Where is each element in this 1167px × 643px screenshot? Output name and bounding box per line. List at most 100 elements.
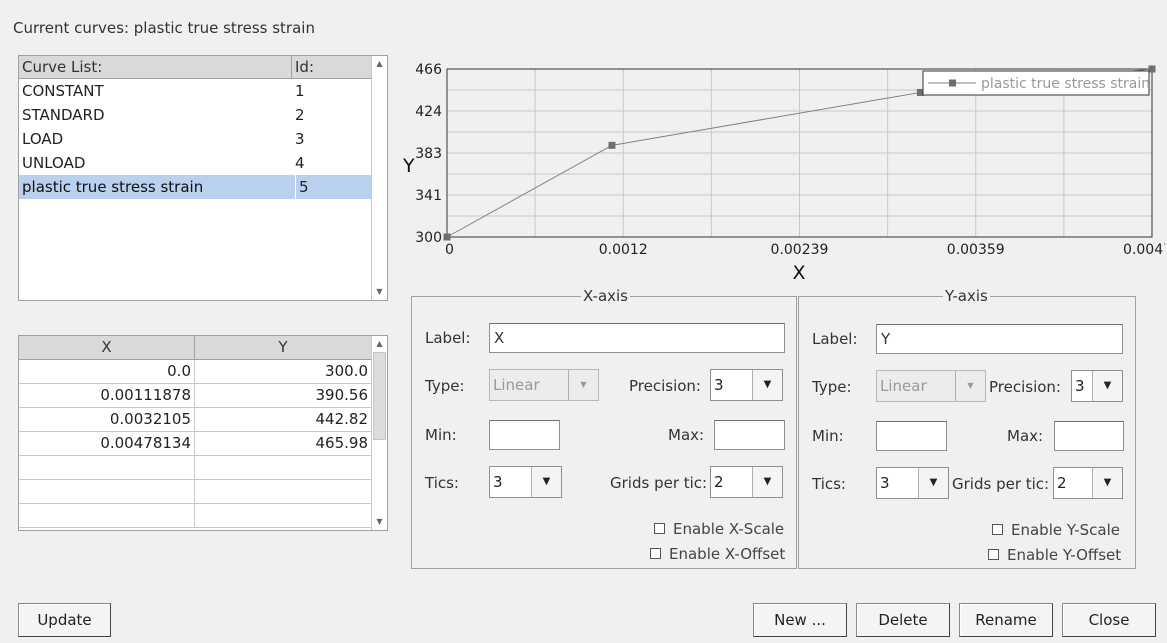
curve-list-scrollbar[interactable]: ▲ ▼ [371,56,387,300]
x-precision-select[interactable]: 3 ▼ [710,369,783,401]
curve-list-row-selected[interactable]: plastic true stress strain 5 [19,175,372,199]
curve-id: 4 [295,154,305,172]
chevron-down-icon[interactable]: ▼ [531,467,561,497]
enable-x-scale-checkbox[interactable]: Enable X-Scale [654,519,784,539]
curve-list-row[interactable]: UNLOAD 4 [19,151,372,175]
scroll-up-arrow-icon[interactable]: ▲ [372,57,387,71]
y-type-select[interactable]: Linear ▼ [876,370,986,402]
y-cell[interactable] [195,456,372,480]
curve-list[interactable]: Curve List: Id: CONSTANT 1 STANDARD 2 LO… [18,55,388,301]
y-label-caption: Label: [812,330,858,348]
y-cell[interactable]: 465.98 [195,432,372,456]
checkbox-icon[interactable] [650,548,661,559]
y-column-header[interactable]: Y [195,336,372,360]
scroll-down-arrow-icon[interactable]: ▼ [372,515,387,529]
data-point-marker [1148,65,1156,73]
y-precision-caption: Precision: [989,378,1061,396]
xy-data-table[interactable]: X Y 0.0 300.0 0.00111878 390.56 0.003210… [18,335,388,531]
y-precision-value: 3 [1075,377,1085,395]
y-precision-select[interactable]: 3 ▼ [1071,370,1123,402]
scrollbar-thumb[interactable] [373,352,386,440]
x-tics-select[interactable]: 3 ▼ [489,466,562,498]
checkbox-icon[interactable] [992,524,1003,535]
y-cell[interactable] [195,504,372,528]
y-min-input[interactable] [876,421,947,451]
x-tick-label: 0.0012 [599,242,648,258]
curve-list-row[interactable]: STANDARD 2 [19,103,372,127]
y-min-caption: Min: [812,427,844,445]
x-tick-label: 0.00239 [771,242,829,258]
enable-x-offset-checkbox[interactable]: Enable X-Offset [650,544,785,564]
x-cell[interactable]: 0.0 [19,360,195,384]
y-axis-group-title: Y-axis [943,287,990,305]
y-cell[interactable]: 442.82 [195,408,372,432]
x-column-header[interactable]: X [19,336,195,360]
chevron-down-icon[interactable]: ▼ [918,468,948,498]
chevron-down-icon[interactable]: ▼ [568,370,598,400]
curve-list-row[interactable]: CONSTANT 1 [19,79,372,103]
scroll-down-arrow-icon[interactable]: ▼ [372,285,387,299]
x-cell[interactable]: 0.0032105 [19,408,195,432]
curve-id: 2 [295,106,305,124]
x-type-select[interactable]: Linear ▼ [489,369,599,401]
curve-list-row[interactable]: LOAD 3 [19,127,372,151]
enable-y-scale-checkbox[interactable]: Enable Y-Scale [992,520,1120,540]
current-curves-label: Current curves: plastic true stress stra… [13,19,315,37]
chevron-down-icon[interactable]: ▼ [752,370,782,400]
y-grids-value: 2 [1057,474,1067,492]
x-cell[interactable] [19,456,195,480]
data-point-marker [443,233,451,241]
x-type-value: Linear [493,376,540,394]
y-tics-select[interactable]: 3 ▼ [876,467,949,499]
y-max-input[interactable] [1054,421,1124,451]
x-label-caption: Label: [425,329,471,347]
x-cell[interactable]: 0.00478134 [19,432,195,456]
y-label-input[interactable]: Y [876,324,1123,354]
y-cell[interactable]: 390.56 [195,384,372,408]
curve-id: 1 [295,82,305,100]
y-axis-settings-group: Y-axis Label: Y Type: Linear ▼ Precision… [798,287,1136,569]
chevron-down-icon[interactable]: ▼ [1092,468,1122,498]
x-axis-ticks: 0 0.0012 0.00239 0.00359 0.00478 [445,242,1165,258]
y-tick-label: 424 [415,104,442,120]
curve-list-id-header[interactable]: Id: [292,56,372,79]
y-grids-select[interactable]: 2 ▼ [1053,467,1123,499]
table-scrollbar[interactable]: ▲ ▼ [371,336,387,530]
x-axis-title: X [792,262,805,284]
chevron-down-icon[interactable]: ▼ [1092,371,1122,401]
y-type-value: Linear [880,377,927,395]
x-cell[interactable]: 0.00111878 [19,384,195,408]
x-axis-group-title: X-axis [581,287,630,305]
x-min-input[interactable] [489,420,560,450]
enable-x-offset-label: Enable X-Offset [669,545,786,563]
y-cell[interactable]: 300.0 [195,360,372,384]
x-min-caption: Min: [425,426,457,444]
x-cell[interactable] [19,480,195,504]
chevron-down-icon[interactable]: ▼ [955,371,985,401]
x-type-caption: Type: [425,377,465,395]
x-tick-label: 0 [445,242,454,258]
enable-y-offset-label: Enable Y-Offset [1007,546,1122,564]
checkbox-icon[interactable] [988,549,999,560]
scroll-up-arrow-icon[interactable]: ▲ [372,337,387,351]
y-tick-label: 466 [415,62,442,78]
enable-x-scale-label: Enable X-Scale [673,520,785,538]
checkbox-icon[interactable] [654,523,665,534]
x-grids-select[interactable]: 2 ▼ [710,466,783,498]
enable-y-offset-checkbox[interactable]: Enable Y-Offset [988,545,1121,565]
legend-entry-label: plastic true stress strain [981,76,1150,92]
x-tics-caption: Tics: [425,474,459,492]
delete-button[interactable]: Delete [856,603,950,637]
new-button[interactable]: New ... [753,603,847,637]
y-cell[interactable] [195,480,372,504]
y-axis-ticks: 300 341 383 424 466 [415,62,442,246]
y-grids-caption: Grids per tic: [952,475,1050,493]
x-cell[interactable] [19,504,195,528]
x-max-input[interactable] [714,420,785,450]
x-label-input[interactable]: X [489,323,785,353]
update-button[interactable]: Update [18,603,111,637]
rename-button[interactable]: Rename [959,603,1053,637]
close-button[interactable]: Close [1062,603,1156,637]
chevron-down-icon[interactable]: ▼ [752,467,782,497]
curve-list-name-header[interactable]: Curve List: [19,56,292,79]
